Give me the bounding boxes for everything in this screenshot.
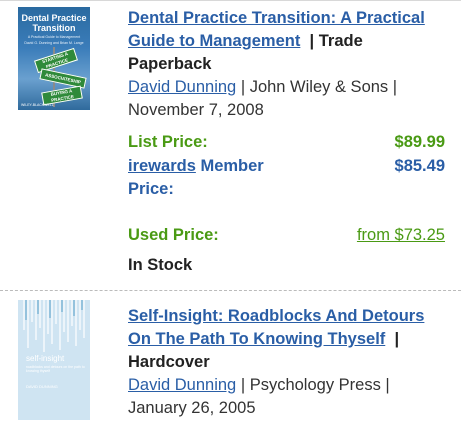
item-divider	[0, 290, 461, 291]
cover-subtitle: A Practical Guide to Management	[27, 35, 81, 39]
irewards-link[interactable]: irewards	[128, 157, 196, 175]
stock-status: In Stock	[128, 256, 193, 274]
cover-title: Dental Practice Transition	[21, 13, 87, 33]
product-title-link[interactable]: Self-Insight: Roadblocks And Detours On …	[128, 307, 424, 348]
member-price-value: $85.49	[394, 157, 445, 175]
used-price-label: Used Price:	[128, 226, 219, 244]
product-byline: David Dunning | John Wiley & Sons | Nove…	[128, 76, 448, 122]
author-link[interactable]: David Dunning	[128, 376, 236, 394]
format-separator: |	[309, 32, 315, 50]
list-price-value: $89.99	[394, 133, 445, 151]
product-details: Self-Insight: Roadblocks And Detours On …	[128, 305, 448, 374]
list-price-label: List Price:	[128, 133, 208, 151]
list-price-row: List Price: $89.99	[128, 133, 445, 156]
cover-drip-graphic	[23, 300, 85, 352]
product-details: Dental Practice Transition: A Practical …	[128, 7, 448, 76]
used-price-link[interactable]: from $73.25	[357, 226, 445, 245]
book-cover-image[interactable]: Dental Practice Transition A Practical G…	[18, 7, 90, 110]
product-format: Hardcover	[128, 353, 210, 371]
member-price-row: irewards Member Price: $85.49	[128, 155, 445, 201]
product-byline: David Dunning | Psychology Press | Janua…	[128, 374, 448, 420]
author-link[interactable]: David Dunning	[128, 78, 236, 96]
cover-subtitle: roadblocks and detours on the path to kn…	[26, 365, 85, 373]
product-item: Dental Practice Transition A Practical G…	[0, 0, 461, 290]
cover-title: self-insight	[26, 354, 65, 363]
cover-authors: David G. Dunning and Brian M. Lange	[24, 41, 84, 45]
cover-author: DAVID DUNNING	[26, 384, 58, 389]
format-separator: |	[394, 330, 400, 348]
cover-publisher: WILEY-BLACKWELL	[21, 103, 54, 107]
product-title-link[interactable]: Dental Practice Transition: A Practical …	[128, 9, 425, 50]
used-price-row: Used Price: from $73.25	[128, 226, 445, 249]
book-cover-image[interactable]: self-insight roadblocks and detours on t…	[18, 300, 90, 420]
